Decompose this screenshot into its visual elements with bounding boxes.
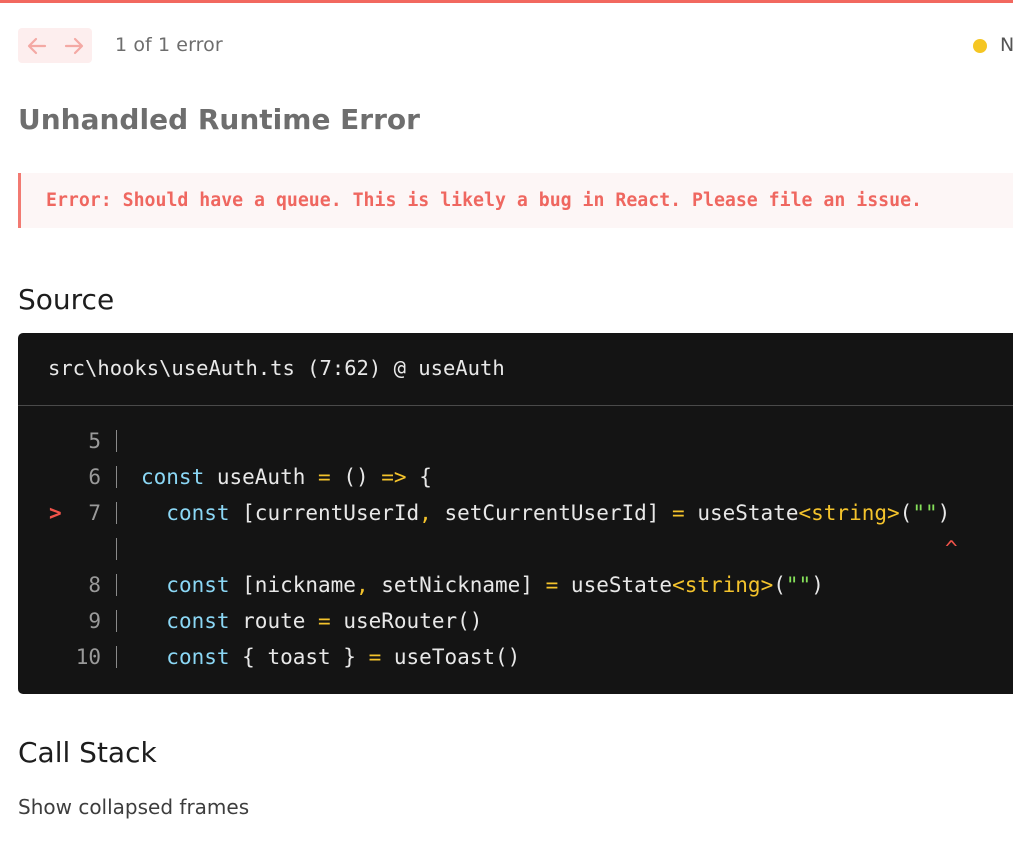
status-dot-icon	[973, 39, 987, 53]
code-line: 9 const route = useRouter()	[18, 603, 1013, 639]
error-count: 1 of 1 error	[115, 34, 223, 56]
code-line: 10 const { toast } = useToast()	[18, 639, 1013, 675]
gutter-divider	[116, 466, 117, 488]
code-text: const useAuth = () => {	[141, 465, 432, 489]
gutter-divider	[116, 610, 117, 632]
source-file-link[interactable]: src\hooks\useAuth.ts (7:62) @ useAuth	[48, 356, 505, 380]
gutter-divider	[116, 502, 117, 524]
line-number: 9	[88, 609, 101, 633]
code-caret-line: ^	[18, 531, 1013, 567]
error-message: Error: Should have a queue. This is like…	[46, 190, 922, 211]
arrow-left-icon	[27, 37, 46, 54]
code-frame: src\hooks\useAuth.ts (7:62) @ useAuth 5 6…	[18, 333, 1013, 694]
prev-error-button[interactable]	[18, 28, 55, 63]
code-line: 5	[18, 423, 1013, 459]
show-collapsed-frames-button[interactable]: Show collapsed frames	[18, 795, 249, 819]
gutter-divider	[116, 430, 117, 452]
top-accent-border	[0, 0, 1013, 3]
code-frame-header: src\hooks\useAuth.ts (7:62) @ useAuth	[18, 333, 1013, 406]
line-number: 5	[88, 429, 101, 453]
code-text: const [currentUserId, setCurrentUserId] …	[166, 501, 951, 525]
page-title: Unhandled Runtime Error	[18, 103, 420, 136]
error-message-box: Error: Should have a queue. This is like…	[18, 173, 1013, 228]
code-line: 8 const [nickname, setNickname] = useSta…	[18, 567, 1013, 603]
gutter-divider	[116, 646, 117, 668]
code-text: const [nickname, setNickname] = useState…	[166, 573, 824, 597]
line-number: 7	[88, 501, 101, 525]
error-pagination	[18, 28, 92, 63]
line-number: 6	[88, 465, 101, 489]
code-lines: 5 6 const useAuth = () => { >7 const [curre…	[18, 423, 1013, 675]
code-line: >7 const [currentUserId, setCurrentUserI…	[18, 495, 1013, 531]
call-stack-heading: Call Stack	[18, 736, 157, 769]
code-text: const { toast } = useToast()	[166, 645, 521, 669]
error-caret: ^	[945, 537, 958, 561]
gutter-divider	[116, 538, 117, 560]
gutter-divider	[116, 574, 117, 596]
status-text: N	[1000, 34, 1013, 56]
line-number: 10	[75, 645, 101, 669]
arrow-right-icon	[64, 37, 83, 54]
code-text: const route = useRouter()	[166, 609, 483, 633]
line-number: 8	[88, 573, 101, 597]
line-marker-icon: >	[49, 501, 62, 525]
source-heading: Source	[18, 283, 115, 316]
code-line: 6 const useAuth = () => {	[18, 459, 1013, 495]
next-error-button[interactable]	[55, 28, 92, 63]
